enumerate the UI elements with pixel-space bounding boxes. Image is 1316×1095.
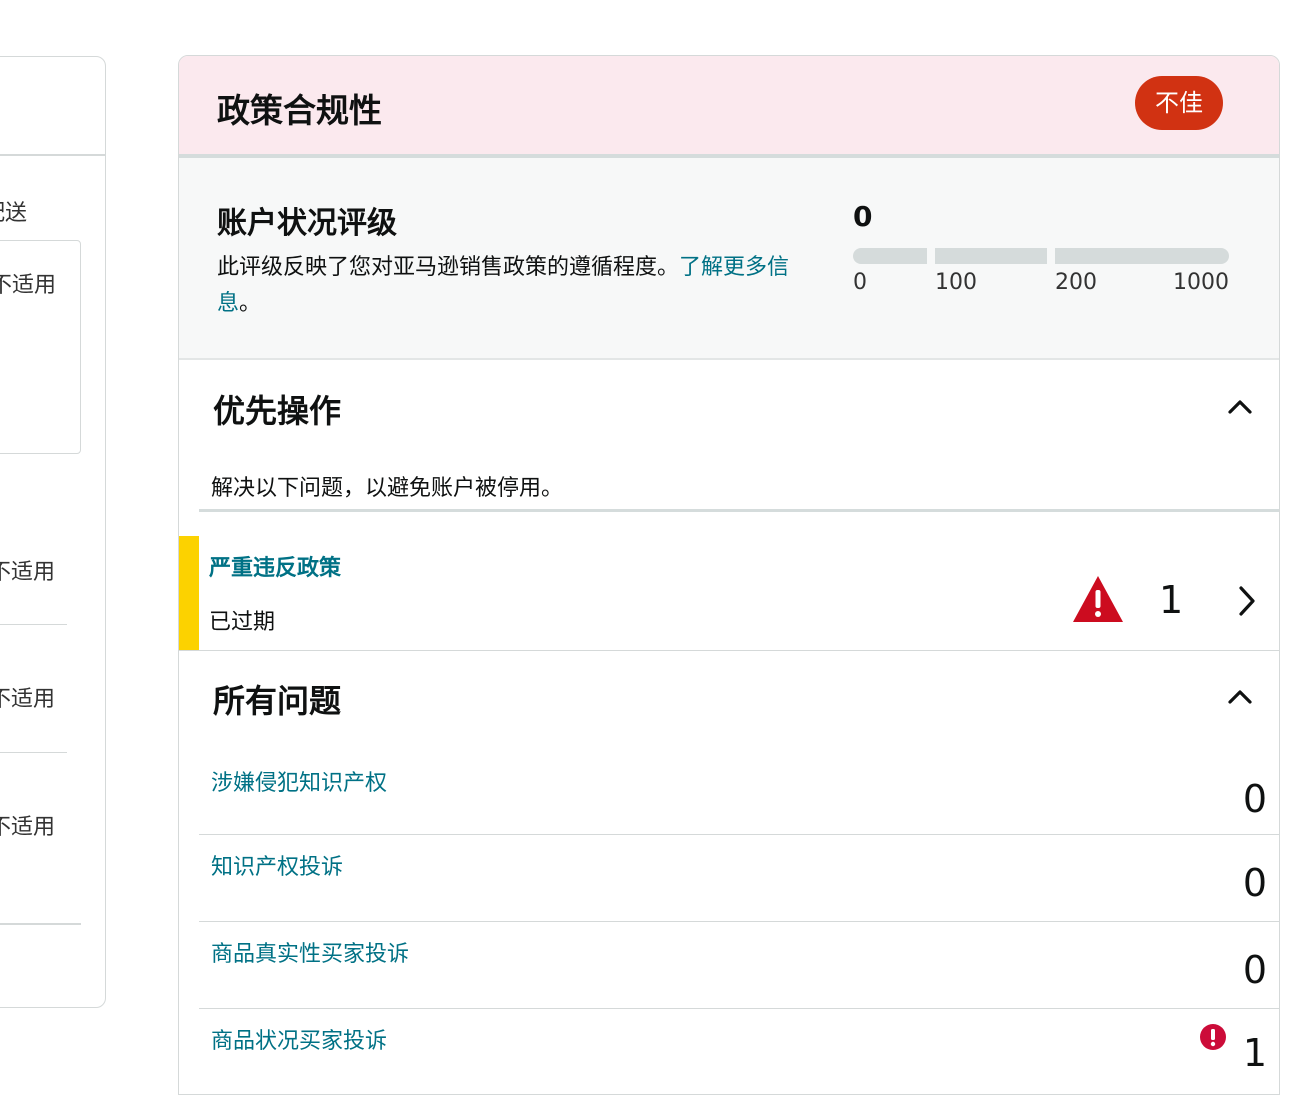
issue-label[interactable]: 涉嫌侵犯知识产权 bbox=[211, 765, 387, 797]
left-card: 逊配送 不适用 不适用 不适用 不适用 bbox=[0, 56, 106, 1008]
priority-count: 1 bbox=[1159, 578, 1184, 622]
card-title: 政策合规性 bbox=[217, 91, 382, 130]
rating-description: 此评级反映了您对亚马逊销售政策的遵循程度。了解更多信息。 bbox=[217, 250, 797, 322]
issue-value: 0 bbox=[1242, 948, 1267, 992]
policy-compliance-card: 政策合规性 不佳 账户状况评级 此评级反映了您对亚马逊销售政策的遵循程度。了解更… bbox=[178, 55, 1280, 1095]
rating-description-suffix: 。 bbox=[239, 291, 262, 316]
rating-bar-segment bbox=[1055, 248, 1229, 264]
rating-tick: 0 bbox=[853, 270, 867, 295]
issue-label[interactable]: 商品真实性买家投诉 bbox=[211, 936, 409, 968]
chevron-up-icon[interactable] bbox=[1225, 392, 1255, 422]
warning-triangle-icon bbox=[1073, 576, 1123, 622]
rating-description-text: 此评级反映了您对亚马逊销售政策的遵循程度。 bbox=[217, 255, 680, 280]
issue-row[interactable]: 涉嫌侵犯知识产权 0 bbox=[199, 751, 1279, 837]
chevron-up-icon[interactable] bbox=[1225, 682, 1255, 712]
section-divider bbox=[179, 650, 1279, 651]
priority-status: 已过期 bbox=[209, 610, 276, 635]
priority-actions-title: 优先操作 bbox=[213, 392, 342, 430]
left-label-na-2: 不适用 bbox=[0, 560, 56, 585]
left-label-na-1: 不适用 bbox=[0, 273, 57, 298]
priority-divider bbox=[199, 509, 1279, 512]
left-separator bbox=[0, 624, 67, 625]
rating-tick: 200 bbox=[1055, 270, 1097, 295]
left-label-na-3: 不适用 bbox=[0, 687, 56, 712]
all-issues-title: 所有问题 bbox=[213, 682, 342, 720]
issue-label[interactable]: 商品状况买家投诉 bbox=[211, 1023, 387, 1055]
rating-tick: 100 bbox=[935, 270, 977, 295]
left-label-shipping: 逊配送 bbox=[0, 201, 28, 226]
rating-bar-segment bbox=[935, 248, 1047, 264]
issue-row[interactable]: 知识产权投诉 0 bbox=[199, 834, 1279, 920]
priority-description: 解决以下问题，以避免账户被停用。 bbox=[211, 476, 564, 501]
left-separator bbox=[0, 752, 67, 753]
card-header: 政策合规性 不佳 bbox=[179, 56, 1279, 158]
left-label-na-4: 不适用 bbox=[0, 815, 56, 840]
issue-label[interactable]: 知识产权投诉 bbox=[211, 849, 343, 881]
rating-bar-segment bbox=[853, 248, 927, 264]
rating-score: 0 bbox=[853, 200, 873, 233]
status-badge: 不佳 bbox=[1135, 76, 1223, 130]
issue-value: 1 bbox=[1242, 1031, 1267, 1075]
priority-accent-bar bbox=[179, 536, 199, 650]
issue-value: 0 bbox=[1242, 861, 1267, 905]
severe-violation-link[interactable]: 严重违反政策 bbox=[209, 550, 341, 582]
rating-title: 账户状况评级 bbox=[217, 206, 397, 241]
issue-row[interactable]: 商品状况买家投诉 1 bbox=[199, 1008, 1279, 1094]
issue-value: 0 bbox=[1242, 777, 1267, 821]
left-card-divider bbox=[0, 154, 105, 156]
priority-item-severe-violation[interactable]: 严重违反政策 已过期 1 bbox=[179, 536, 1279, 650]
chevron-right-icon[interactable] bbox=[1235, 584, 1259, 618]
alert-circle-icon bbox=[1200, 1024, 1226, 1050]
left-separator bbox=[0, 923, 81, 925]
account-health-rating: 账户状况评级 此评级反映了您对亚马逊销售政策的遵循程度。了解更多信息。 0 0 … bbox=[179, 158, 1279, 360]
left-inner-box: 不适用 bbox=[0, 240, 81, 454]
rating-tick: 1000 bbox=[1173, 270, 1229, 295]
issue-row[interactable]: 商品真实性买家投诉 0 bbox=[199, 921, 1279, 1007]
